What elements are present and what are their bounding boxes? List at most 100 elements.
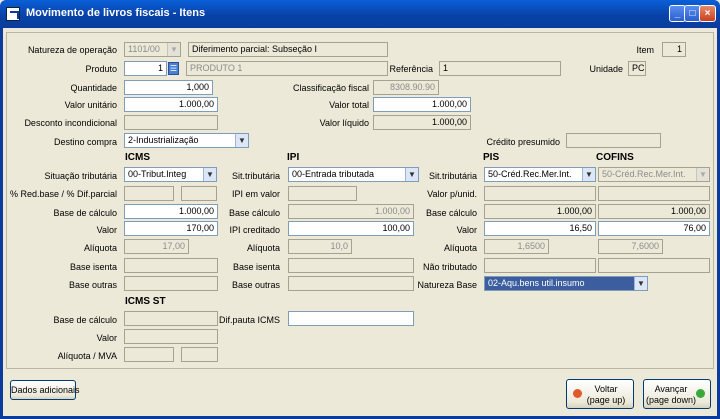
dif-pauta-input[interactable] — [288, 311, 414, 326]
chevron-down-icon: ▼ — [203, 168, 216, 181]
valor-liquido-label: Valor líquido — [319, 118, 369, 128]
chevron-down-icon: ▼ — [634, 277, 647, 290]
icms-dif-parcial-field — [181, 186, 217, 201]
ipi-aliquota-label: Alíquota — [246, 243, 280, 253]
title-bar: Movimento de livros fiscais - Itens _ □ … — [0, 0, 720, 28]
forward-arrow-icon — [696, 389, 705, 398]
pis-base-label: Base cálculo — [425, 208, 477, 218]
ipi-em-valor-field — [288, 186, 357, 201]
ipi-isenta-field — [288, 258, 414, 273]
icms-situacao-select[interactable]: 00-Tribut.Integ ▼ — [124, 167, 217, 182]
dados-adicionais-button[interactable]: Dados adicionais — [10, 380, 80, 400]
pis-punid-label: Valor p/unid. — [427, 189, 477, 199]
ipi-aliquota-field: 10,0 — [288, 239, 352, 254]
icms-outras-label: Base outras — [68, 280, 117, 290]
chevron-down-icon: ▼ — [582, 168, 595, 181]
referencia-field: 1 — [439, 61, 561, 76]
icms-st-aliquota-field — [124, 347, 174, 362]
produto-label: Produto — [85, 64, 117, 74]
pis-sit-select[interactable]: 50-Créd.Rec.Mer.Int. ▼ — [484, 167, 596, 182]
chevron-down-icon: ▼ — [235, 134, 248, 147]
quantidade-input[interactable]: 1,000 — [124, 80, 213, 95]
pis-punid-field — [484, 186, 596, 201]
pis-base-field: 1.000,00 — [484, 204, 596, 219]
avancar-button[interactable]: Avançar (page down) — [643, 379, 711, 409]
close-icon[interactable]: × — [699, 5, 716, 22]
cofins-valor-input[interactable]: 76,00 — [598, 221, 710, 236]
valor-unitario-label: Valor unitário — [64, 100, 117, 110]
desconto-field — [124, 115, 218, 130]
back-arrow-icon — [573, 389, 582, 398]
chevron-down-icon: ▼ — [167, 43, 180, 56]
icms-situacao-label: Situação tributária — [44, 171, 117, 181]
ipi-sit-label: Sit.tributária — [231, 171, 280, 181]
unidade-field: PC — [628, 61, 646, 76]
chevron-down-icon: ▼ — [405, 168, 418, 181]
icms-red-field — [124, 186, 174, 201]
ipi-creditado-input[interactable]: 100,00 — [288, 221, 414, 236]
cofins-aliquota-field: 7,6000 — [598, 239, 663, 254]
icms-st-valor-field — [124, 329, 218, 344]
desconto-label: Desconto incondicional — [24, 118, 117, 128]
pis-sit-label: Sit.tributária — [428, 171, 477, 181]
icms-aliquota-field: 17,00 — [124, 239, 189, 254]
item-field: 1 — [662, 42, 686, 57]
natureza-code-select[interactable]: 1101/00 ▼ — [124, 42, 181, 57]
cofins-punid-field — [598, 186, 710, 201]
cofins-nao-trib-field — [598, 258, 710, 273]
voltar-button[interactable]: Voltar (page up) — [566, 379, 634, 409]
ipi-em-valor-label: IPI em valor — [231, 189, 280, 199]
natureza-base-select[interactable]: 02-Aqu.bens util.insumo ▼ — [484, 276, 648, 291]
ipi-creditado-label: IPI creditado — [229, 225, 280, 235]
dados-adicionais-label: Dados adicionais — [11, 385, 80, 395]
icms-base-label: Base de cálculo — [53, 208, 117, 218]
referencia-label: Referência — [389, 64, 433, 74]
icms-st-mva-field — [181, 347, 218, 362]
ipi-base-field: 1.000,00 — [288, 204, 414, 219]
quantidade-label: Quantidade — [70, 83, 117, 93]
valor-unitario-input[interactable]: 1.000,00 — [124, 97, 218, 112]
ipi-outras-field — [288, 276, 414, 291]
icms-valor-input[interactable]: 170,00 — [124, 221, 218, 236]
dif-pauta-label: Dif.pauta ICMS — [218, 315, 280, 325]
valor-total-label: Valor total — [329, 100, 369, 110]
produto-code-input[interactable]: 1 — [124, 61, 167, 76]
icms-aliquota-label: Alíquota — [83, 243, 117, 253]
ipi-header: IPI — [287, 152, 300, 163]
item-label: Item — [636, 45, 654, 55]
pis-aliquota-label: Alíquota — [443, 243, 477, 253]
app-icon — [6, 7, 20, 21]
pis-natureza-label: Natureza Base — [417, 280, 477, 290]
pis-nao-trib-field — [484, 258, 596, 273]
icms-st-valor-label: Valor — [96, 333, 117, 343]
pis-valor-input[interactable]: 16,50 — [484, 221, 596, 236]
cofins-base-field: 1.000,00 — [598, 204, 710, 219]
pis-header: PIS — [483, 152, 500, 163]
natureza-desc-field: Diferimento parcial: Subseção I — [188, 42, 388, 57]
chevron-down-icon: ▼ — [696, 168, 709, 181]
icms-st-base-field — [124, 311, 218, 326]
destino-select[interactable]: 2-Industrialização ▼ — [124, 133, 249, 148]
lookup-icon[interactable]: ☰ — [168, 62, 179, 75]
produto-desc-field: PRODUTO 1 — [186, 61, 388, 76]
icms-header: ICMS — [125, 152, 150, 163]
ipi-sit-select[interactable]: 00-Entrada tributada ▼ — [288, 167, 419, 182]
credito-label: Crédito presumido — [486, 137, 560, 147]
pis-aliquota-field: 1,6500 — [484, 239, 549, 254]
destino-label: Destino compra — [53, 137, 117, 147]
classificacao-label: Classificação fiscal — [292, 83, 369, 93]
unidade-label: Unidade — [589, 64, 623, 74]
pis-valor-label: Valor — [456, 225, 477, 235]
icms-base-input[interactable]: 1.000,00 — [124, 204, 218, 219]
ipi-outras-label: Base outras — [231, 280, 280, 290]
ipi-base-label: Base cálculo — [228, 208, 280, 218]
valor-liquido-field: 1.000,00 — [373, 115, 471, 130]
natureza-label: Natureza de operação — [27, 45, 117, 55]
icms-st-aliquota-label: Alíquota / MVA — [57, 351, 117, 361]
icms-st-header: ICMS ST — [125, 296, 166, 307]
cofins-sit-select[interactable]: 50-Créd.Rec.Mer.Int. ▼ — [598, 167, 710, 182]
cofins-header: COFINS — [596, 152, 634, 163]
icms-red-label: % Red.base / % Dif.parcial — [9, 189, 117, 199]
icms-isenta-label: Base isenta — [69, 262, 117, 272]
valor-total-input[interactable]: 1.000,00 — [373, 97, 471, 112]
